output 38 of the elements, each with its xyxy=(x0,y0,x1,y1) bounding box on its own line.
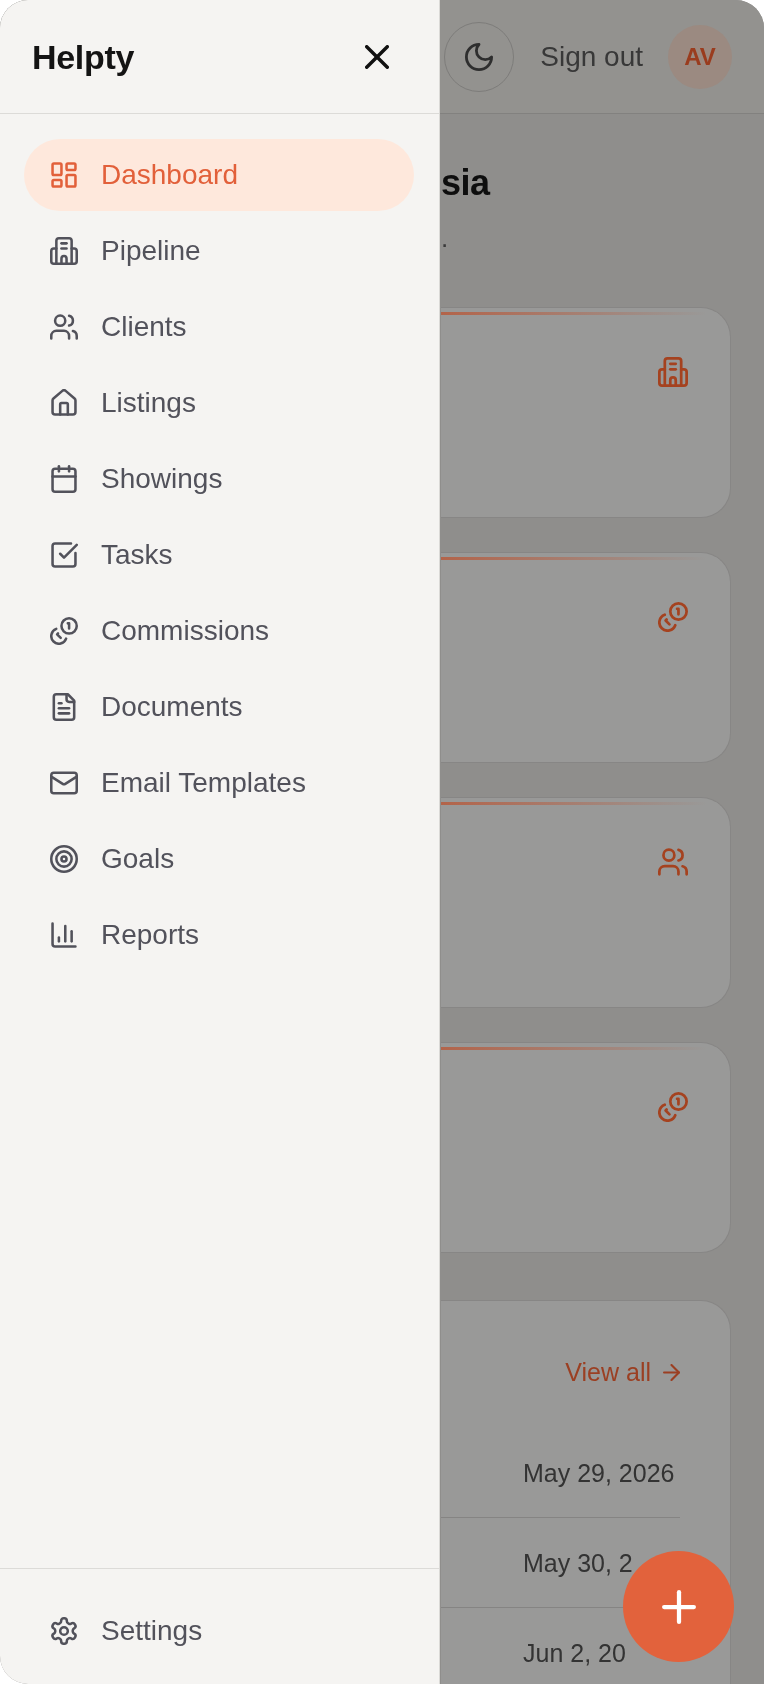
building-icon xyxy=(50,237,78,265)
coins-icon xyxy=(50,617,78,645)
coins-icon xyxy=(658,1092,688,1122)
nav-item[interactable]: Documents xyxy=(24,671,414,743)
nav-item[interactable]: Pipeline xyxy=(24,215,414,287)
date-text: May 30, 2 xyxy=(523,1549,633,1577)
sign-out-button[interactable]: Sign out xyxy=(540,39,643,74)
users-icon xyxy=(658,847,688,877)
grid-icon xyxy=(50,161,78,189)
nav-item[interactable]: Goals xyxy=(24,823,414,895)
nav-item[interactable]: Tasks xyxy=(24,519,414,591)
nav-item[interactable]: Clients xyxy=(24,291,414,363)
nav-item[interactable]: Showings xyxy=(24,443,414,515)
moon-icon xyxy=(465,42,494,71)
arrow-right-icon xyxy=(663,1363,680,1381)
document-icon xyxy=(50,693,78,721)
nav-item[interactable]: Settings xyxy=(24,1595,414,1667)
brand-logo: Helpty xyxy=(32,36,135,77)
nav-item[interactable]: Reports xyxy=(24,899,414,971)
date-text: May 29, 2026 xyxy=(523,1459,675,1487)
page-subtitle: . xyxy=(441,222,449,254)
target-icon xyxy=(50,845,78,873)
page-heading: sia xyxy=(441,161,490,204)
date-text: Jun 2, 20 xyxy=(523,1639,626,1667)
calendar-icon xyxy=(50,465,78,493)
nav-item[interactable]: Email Templates xyxy=(24,747,414,819)
checkbox-icon xyxy=(50,541,78,569)
coins-icon xyxy=(658,602,688,632)
bar-chart-icon xyxy=(50,921,78,949)
house-icon xyxy=(50,389,78,417)
nav-item[interactable]: Listings xyxy=(24,367,414,439)
close-icon xyxy=(365,44,389,69)
users-icon xyxy=(50,313,78,341)
mail-icon xyxy=(50,769,78,797)
settings-icon xyxy=(50,1617,78,1645)
plus-icon xyxy=(661,1589,696,1624)
nav-item[interactable]: Commissions xyxy=(24,595,414,667)
building-icon xyxy=(658,357,688,387)
